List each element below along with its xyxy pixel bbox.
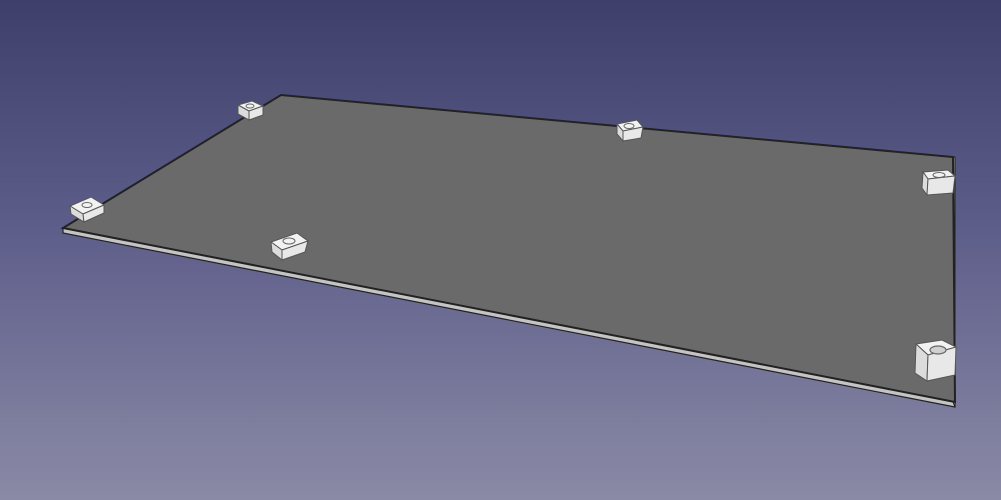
3d-viewport[interactable] [0, 0, 1001, 500]
plate-top-face[interactable] [60, 93, 957, 404]
standoff-center-back[interactable] [616, 119, 644, 143]
scene-canvas[interactable] [0, 0, 1001, 500]
standoff-right-front[interactable] [914, 339, 958, 382]
standoff-right-back[interactable] [921, 169, 957, 197]
